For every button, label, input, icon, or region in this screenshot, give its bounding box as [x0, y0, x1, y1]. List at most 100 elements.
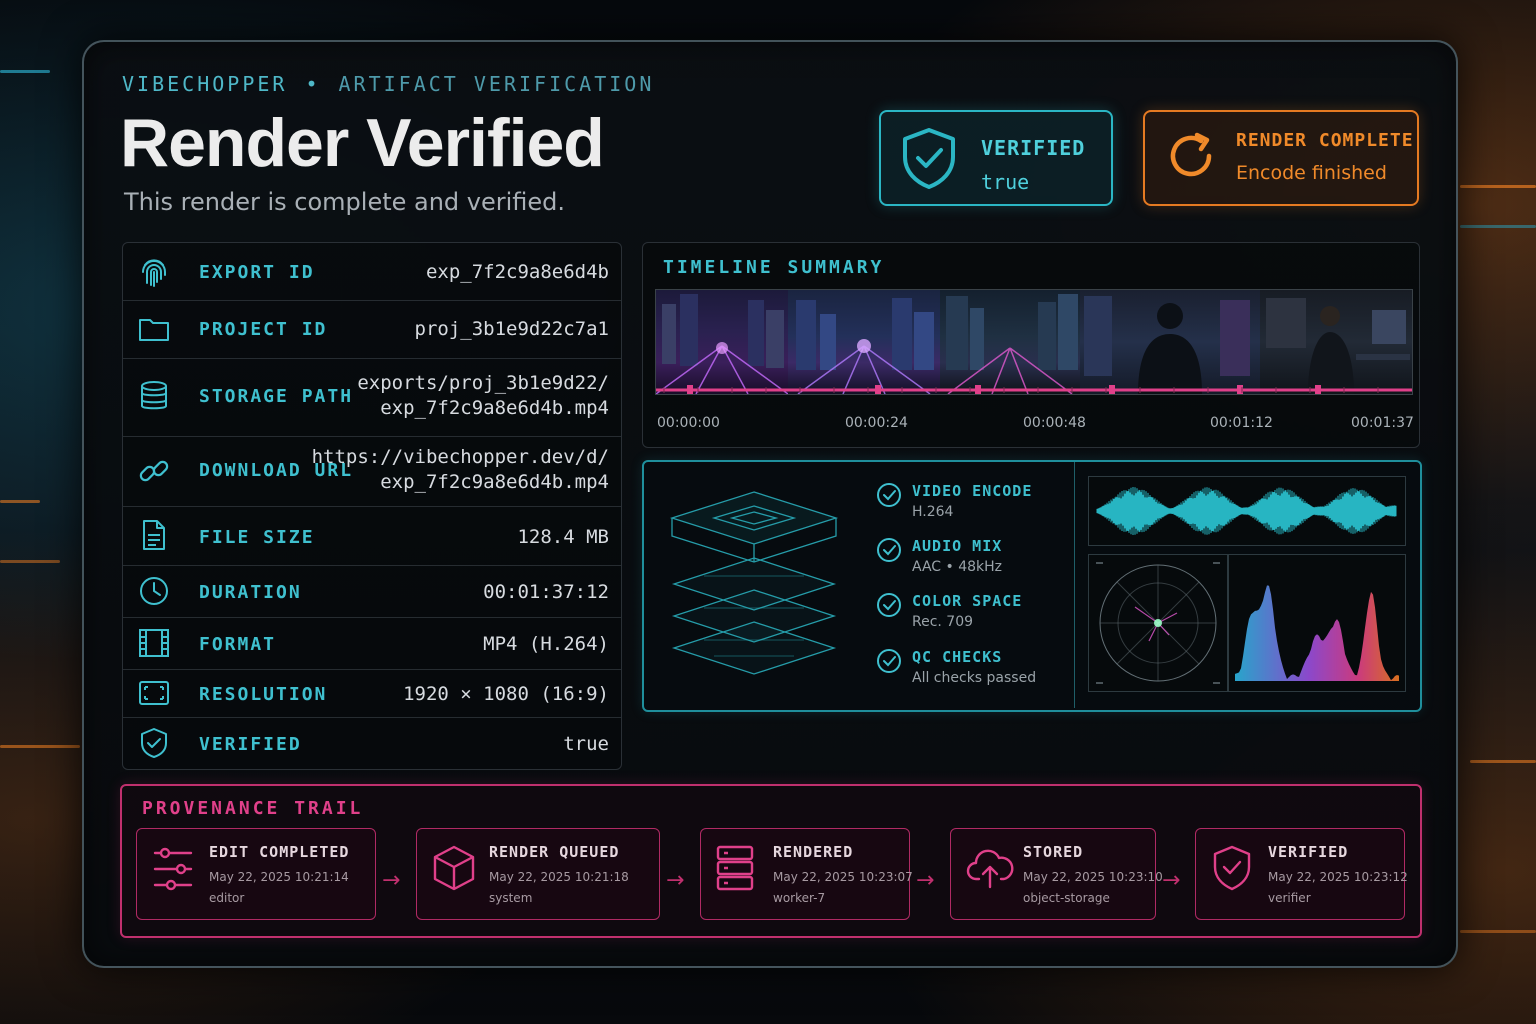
timeline-tick-label: 00:01:12 [1210, 415, 1273, 431]
section-name: ARTIFACT VERIFICATION [338, 72, 655, 96]
background-light [1460, 185, 1536, 188]
metadata-value: exp_7f2c9a8e6d4b [425, 261, 609, 283]
metadata-label: VERIFIED [199, 734, 302, 755]
metadata-label: DURATION [199, 582, 302, 603]
step-actor: system [489, 891, 533, 905]
arrow-right-icon: → [916, 868, 935, 893]
metadata-label: RESOLUTION [199, 684, 328, 705]
timeline-tick-label: 00:00:00 [657, 415, 720, 431]
check-title: COLOR SPACE [912, 592, 1023, 610]
provenance-step-stored[interactable]: STORED May 22, 2025 10:23:10 object-stor… [950, 828, 1163, 920]
verified-badge-title: VERIFIED [981, 136, 1086, 160]
histogram-area [1235, 585, 1399, 681]
background-light [1470, 760, 1536, 763]
step-title: VERIFIED [1268, 843, 1349, 861]
cube-icon [433, 845, 475, 891]
folder-icon [139, 319, 169, 341]
step-actor: verifier [1268, 891, 1311, 905]
background-light [1460, 225, 1536, 228]
check-title: VIDEO ENCODE [912, 482, 1033, 500]
step-title: STORED [1023, 843, 1084, 861]
metadata-label: FORMAT [199, 634, 277, 655]
step-timestamp: May 22, 2025 10:21:18 [489, 870, 629, 884]
metadata-row-resolution: RESOLUTION 1920 × 1080 (16:9) [123, 669, 621, 718]
step-title: RENDER QUEUED [489, 843, 620, 861]
provenance-trail: PROVENANCE TRAIL EDIT COMPLETED May 22, … [120, 784, 1422, 938]
check-detail: H.264 [912, 504, 954, 520]
audio-waveform [1096, 487, 1397, 535]
link-icon [139, 460, 169, 482]
background-light [0, 500, 40, 503]
timeline-marker [1315, 385, 1321, 394]
timeline-track [656, 385, 1412, 394]
step-timestamp: May 22, 2025 10:23:12 [1268, 870, 1408, 884]
arrow-right-icon: → [666, 868, 685, 893]
metadata-value: exports/proj_3b1e9d22/ exp_7f2c9a8e6d4b.… [357, 371, 609, 421]
provenance-step-render-queued[interactable]: RENDER QUEUED May 22, 2025 10:21:18 syst… [416, 828, 660, 920]
metadata-row-verified: VERIFIED true [123, 717, 621, 769]
step-title: EDIT COMPLETED [209, 843, 350, 861]
step-title: RENDERED [773, 843, 854, 861]
server-icon [716, 845, 754, 891]
qc-divider [1074, 462, 1075, 708]
qc-panel: VIDEO ENCODE H.264 AUDIO MIX AAC • 48kHz… [642, 460, 1422, 712]
breadcrumb-separator: • [305, 72, 321, 96]
arrow-right-icon: → [382, 868, 401, 893]
provenance-step-rendered[interactable]: RENDERED May 22, 2025 10:23:07 worker-7 [700, 828, 913, 920]
timeline-tick-label: 00:01:37 [1351, 415, 1414, 431]
provenance-step-verified[interactable]: VERIFIED May 22, 2025 10:23:12 verifier [1195, 828, 1408, 920]
provenance-step-edit-completed[interactable]: EDIT COMPLETED May 22, 2025 10:21:14 edi… [136, 828, 376, 920]
storage-path-line2: exp_7f2c9a8e6d4b.mp4 [380, 397, 609, 419]
step-timestamp: May 22, 2025 10:23:07 [773, 870, 913, 884]
cloud-upload-icon [966, 849, 1014, 889]
vectorscope [1088, 554, 1228, 692]
step-timestamp: May 22, 2025 10:21:14 [209, 870, 349, 884]
metadata-table: EXPORT ID exp_7f2c9a8e6d4b PROJECT ID pr… [122, 242, 622, 770]
clock-icon [140, 577, 168, 605]
download-url-line1[interactable]: https://vibechopper.dev/d/ [312, 446, 609, 468]
page-subtitle: This render is complete and verified. [124, 188, 566, 216]
database-icon [141, 381, 167, 410]
arrow-right-icon: → [1162, 868, 1181, 893]
check-title: QC CHECKS [912, 648, 1003, 666]
color-histogram [1235, 585, 1399, 681]
check-circle-icon [877, 649, 901, 673]
timeline-marker [875, 385, 881, 394]
breadcrumb: VIBECHOPPER • ARTIFACT VERIFICATION [122, 72, 654, 96]
fingerprint-icon [142, 259, 166, 287]
step-actor: object-storage [1023, 891, 1110, 905]
metadata-row-download-url: DOWNLOAD URL https://vibechopper.dev/d/ … [123, 436, 621, 507]
metadata-row-storage-path: STORAGE PATH exports/proj_3b1e9d22/ exp_… [123, 358, 621, 437]
timeline-strip[interactable] [655, 289, 1413, 395]
timeline-marker [1109, 385, 1115, 394]
download-url-link[interactable]: https://vibechopper.dev/d/ exp_7f2c9a8e6… [312, 445, 609, 495]
color-histogram-scope [1228, 554, 1406, 692]
metadata-value: MP4 (H.264) [483, 633, 609, 655]
verification-panel: VIBECHOPPER • ARTIFACT VERIFICATION Render… [82, 40, 1458, 968]
file-icon [143, 520, 165, 550]
film-icon [139, 629, 169, 657]
step-actor: editor [209, 891, 245, 905]
waveform-trace [1096, 487, 1397, 535]
download-url-line2[interactable]: exp_7f2c9a8e6d4b.mp4 [380, 471, 609, 493]
step-actor: worker-7 [773, 891, 826, 905]
metadata-value: proj_3b1e9d22c7a1 [414, 318, 609, 340]
provenance-title: PROVENANCE TRAIL [142, 798, 364, 819]
metadata-label: PROJECT ID [199, 319, 328, 340]
shield-check-icon [141, 728, 167, 758]
check-title: AUDIO MIX [912, 537, 1003, 555]
audio-waveform-scope [1088, 476, 1406, 546]
sliders-icon [153, 847, 193, 891]
timeline-tick-label: 00:00:24 [845, 415, 908, 431]
storage-path-line1: exports/proj_3b1e9d22/ [357, 372, 609, 394]
metadata-row-format: FORMAT MP4 (H.264) [123, 617, 621, 670]
vectorscope-graph [1096, 562, 1220, 684]
metadata-value: 00:01:37:12 [483, 581, 609, 603]
metadata-row-export-id: EXPORT ID exp_7f2c9a8e6d4b [123, 243, 621, 301]
metadata-row-project-id: PROJECT ID proj_3b1e9d22c7a1 [123, 300, 621, 359]
metadata-label: STORAGE PATH [199, 386, 354, 407]
metadata-row-duration: DURATION 00:01:37:12 [123, 565, 621, 618]
shield-check-icon [1213, 845, 1251, 891]
verified-badge: VERIFIED true [879, 110, 1113, 206]
step-timestamp: May 22, 2025 10:23:10 [1023, 870, 1163, 884]
